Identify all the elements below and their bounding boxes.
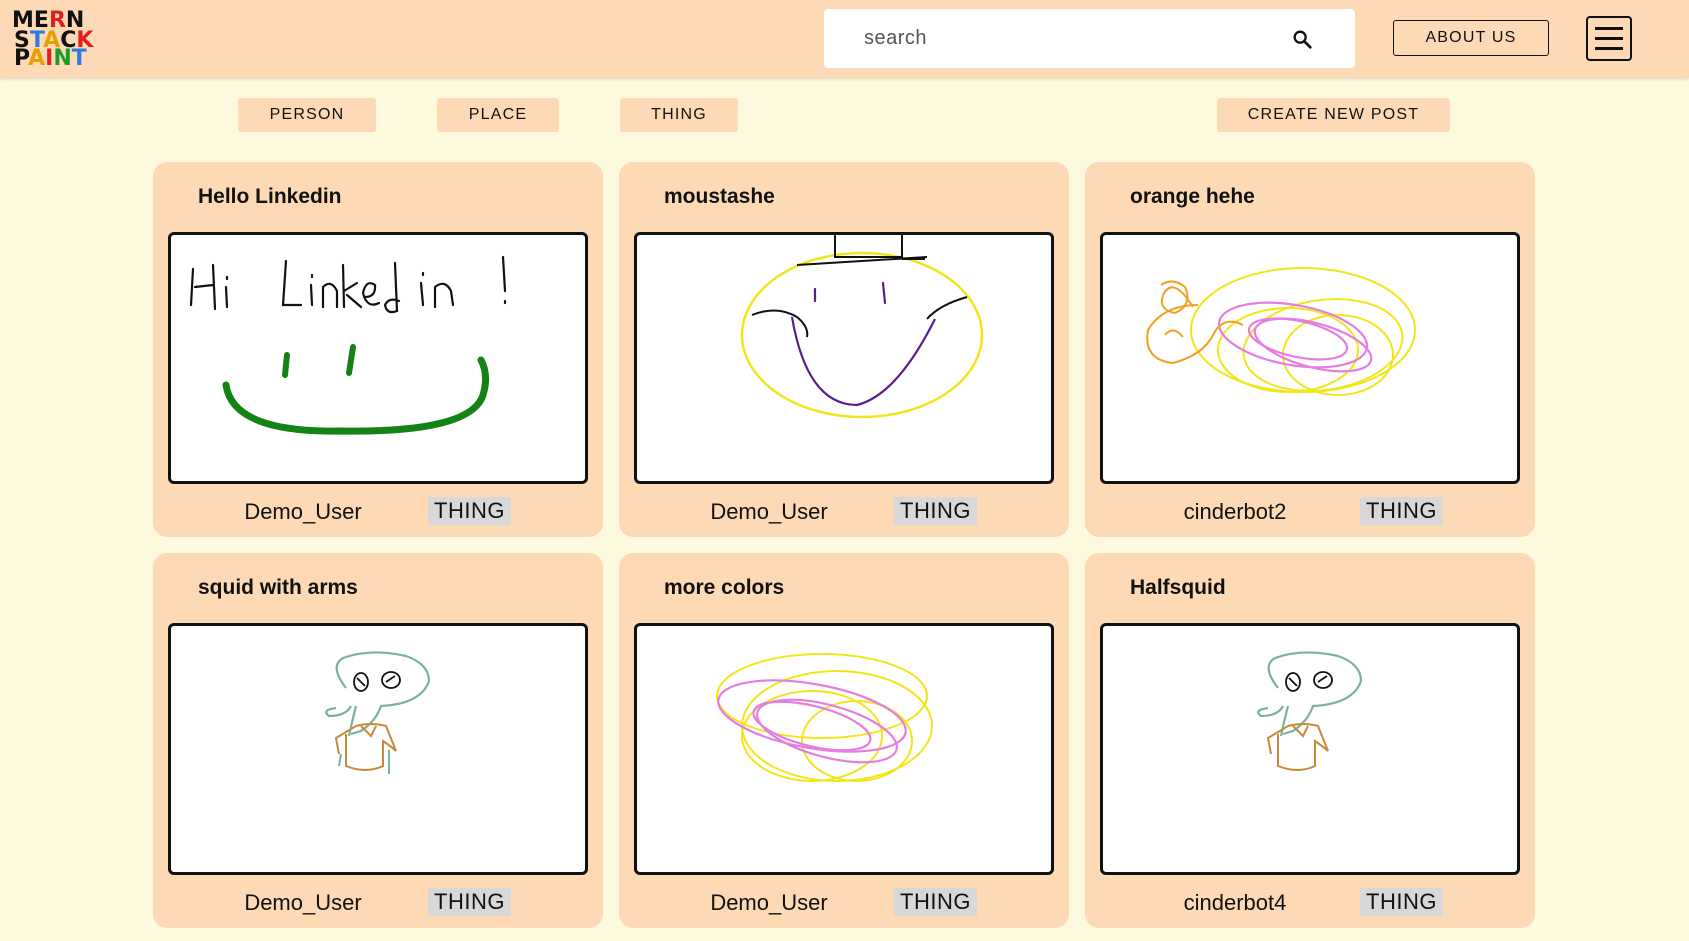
post-drawing[interactable] [1100, 623, 1520, 875]
mern-stack-paint-logo[interactable]: MERN STACK PAINT [10, 5, 106, 67]
filter-person-button[interactable]: PERSON [238, 98, 376, 132]
post-drawing[interactable] [168, 232, 588, 484]
post-card[interactable]: more colors Demo_User THING [619, 553, 1069, 928]
post-author[interactable]: Demo_User [213, 890, 393, 916]
post-card[interactable]: Halfsquid cinderbot4 THING [1085, 553, 1535, 928]
menu-icon-line [1595, 47, 1623, 50]
post-author[interactable]: Demo_User [213, 499, 393, 525]
top-navbar: MERN STACK PAINT ABOUT US [0, 0, 1689, 78]
filter-thing-button[interactable]: THING [620, 98, 738, 132]
drawing-orange-hehe [1146, 267, 1416, 396]
category-tag[interactable]: THING [894, 888, 977, 916]
post-author[interactable]: Demo_User [679, 890, 859, 916]
create-new-post-button[interactable]: CREATE NEW POST [1217, 98, 1450, 132]
category-tag[interactable]: THING [894, 497, 977, 525]
post-card[interactable]: Hello Linkedin Demo_User THING [153, 162, 603, 537]
drawing-more-colors [716, 653, 933, 782]
drawing-moustashe [740, 235, 984, 419]
search-bar [824, 9, 1355, 68]
category-tag[interactable]: THING [428, 888, 511, 916]
post-author[interactable]: cinderbot2 [1145, 499, 1325, 525]
post-title: Hello Linkedin [198, 185, 342, 208]
post-drawing[interactable] [634, 232, 1054, 484]
drawing-halfsquid [1257, 651, 1363, 771]
category-tag[interactable]: THING [1360, 888, 1443, 916]
post-author[interactable]: Demo_User [679, 499, 859, 525]
post-title: orange hehe [1130, 185, 1255, 208]
post-drawing[interactable] [168, 623, 588, 875]
drawing-squid-with-arms [325, 651, 431, 774]
svg-text:PAINT: PAINT [14, 46, 87, 67]
drawing-hello-linkedin [189, 255, 507, 435]
post-title: more colors [664, 576, 785, 599]
post-title: squid with arms [198, 576, 358, 599]
search-input[interactable] [864, 23, 1264, 53]
menu-icon-line [1595, 27, 1623, 30]
about-us-button[interactable]: ABOUT US [1393, 20, 1549, 56]
post-title: moustashe [664, 185, 775, 208]
post-card[interactable]: squid with arms Demo_User THING [153, 553, 603, 928]
post-card[interactable]: moustashe Demo_User THING [619, 162, 1069, 537]
menu-icon-line [1595, 37, 1623, 40]
post-drawing[interactable] [1100, 232, 1520, 484]
post-title: Halfsquid [1130, 576, 1226, 599]
post-author[interactable]: cinderbot4 [1145, 890, 1325, 916]
hamburger-menu-button[interactable] [1586, 16, 1632, 61]
post-drawing[interactable] [634, 623, 1054, 875]
post-card[interactable]: orange hehe cinderbot2 THING [1085, 162, 1535, 537]
search-icon[interactable] [1291, 28, 1313, 50]
category-tag[interactable]: THING [1360, 497, 1443, 525]
category-tag[interactable]: THING [428, 497, 511, 525]
filter-place-button[interactable]: PLACE [437, 98, 559, 132]
